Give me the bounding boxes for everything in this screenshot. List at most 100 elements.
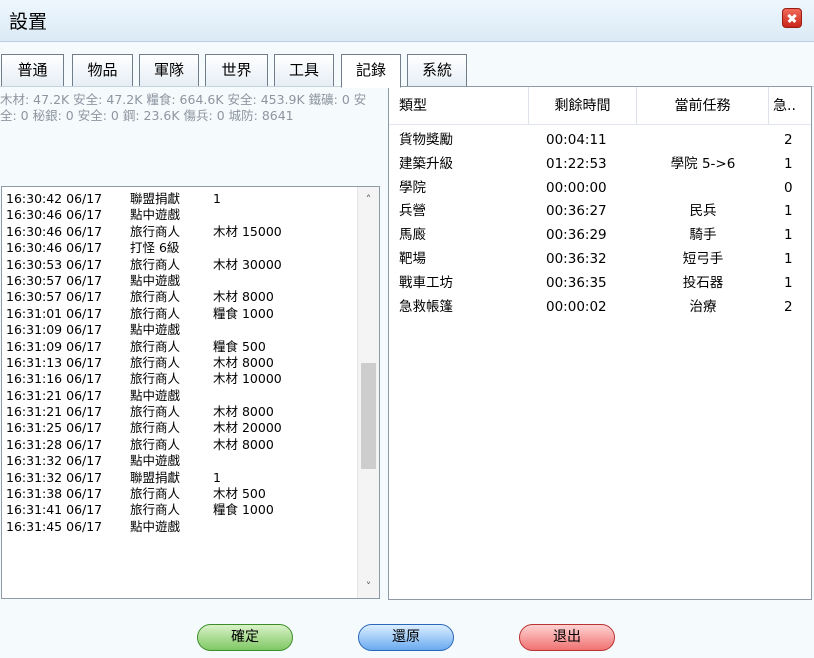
tab-items[interactable]: 物品	[72, 54, 133, 86]
log-entry-type: 旅行商人	[130, 338, 181, 354]
log-entry: 16:30:57 06/17 點中遊戲	[6, 273, 356, 289]
log-entry-type: 旅行商人	[130, 404, 181, 420]
log-entry-time: 16:31:16 06/17	[6, 371, 103, 387]
task-count: 1	[784, 227, 793, 244]
log-entry: 16:31:09 06/17 旅行商人 糧食 500	[6, 339, 356, 355]
log-entry-detail: 1	[213, 191, 221, 206]
log-entry: 16:31:45 06/17 點中遊戲	[6, 519, 356, 535]
task-table-header: 類型 剩餘時間 當前任務 急..	[389, 87, 811, 125]
task-remaining-time: 00:00:00	[546, 179, 607, 196]
chevron-up-icon[interactable]: ˄	[358, 191, 379, 209]
log-entry-detail: 糧食 1000	[213, 305, 274, 321]
task-row[interactable]: 馬廄 00:36:29 騎手 1	[389, 224, 811, 248]
column-header-current-task[interactable]: 當前任務	[637, 87, 769, 125]
log-entry-time: 16:31:41 06/17	[6, 502, 103, 518]
log-entry: 16:31:13 06/17 旅行商人 木材 8000	[6, 355, 356, 371]
log-entry-detail: 木材 10000	[213, 371, 282, 387]
window-title: 設置	[9, 11, 48, 33]
log-entry-type: 旅行商人	[130, 289, 181, 305]
task-remaining-time: 00:04:11	[546, 132, 607, 148]
column-header-type[interactable]: 類型	[389, 87, 529, 125]
log-entry: 16:31:16 06/17 旅行商人 木材 10000	[6, 371, 356, 387]
close-icon[interactable]	[782, 8, 802, 28]
column-header-count[interactable]: 急..	[769, 87, 799, 125]
exit-button[interactable]: 退出	[519, 624, 615, 651]
log-entry: 16:31:28 06/17 旅行商人 木材 8000	[6, 437, 356, 453]
log-entry-type: 點中遊戲	[130, 453, 181, 469]
task-row[interactable]: 兵營 00:36:27 民兵 1	[389, 200, 811, 224]
task-type: 靶場	[399, 250, 426, 267]
log-scrollbar[interactable]: ˄ ˅	[357, 187, 379, 598]
log-entry-type: 打怪 6級	[130, 240, 180, 256]
tab-records[interactable]: 記錄	[341, 54, 401, 88]
chevron-down-icon[interactable]: ˅	[358, 578, 379, 596]
event-log[interactable]: 16:30:42 06/17 聯盟捐獻 1 16:30:46 06/17 點中遊戲 16:…	[1, 186, 380, 599]
log-entry-type: 旅行商人	[130, 371, 181, 387]
task-row[interactable]: 貨物獎勵 00:04:11 2	[389, 129, 811, 153]
scroll-thumb[interactable]	[361, 363, 376, 469]
log-entry-time: 16:31:25 06/17	[6, 420, 103, 436]
tab-bar: 普通 物品 軍隊 世界 工具 記錄 系統	[0, 54, 814, 88]
log-entry: 16:31:38 06/17 旅行商人 木材 500	[6, 486, 356, 502]
log-entry-detail: 木材 500	[213, 486, 266, 502]
log-entry-time: 16:31:09 06/17	[6, 338, 103, 354]
log-entry-type: 聯盟捐獻	[130, 469, 181, 485]
log-entry-detail: 木材 8000	[213, 404, 274, 420]
task-table: 類型 剩餘時間 當前任務 急.. 貨物獎勵 00:04:11 2 建築升級 01:22:…	[388, 86, 812, 600]
log-entry-detail: 木材 30000	[213, 256, 282, 272]
log-entry: 16:31:32 06/17 聯盟捐獻 1	[6, 470, 356, 486]
log-entry-time: 16:31:13 06/17	[6, 354, 103, 370]
task-count: 1	[784, 274, 793, 291]
log-entry: 16:31:21 06/17 旅行商人 木材 8000	[6, 404, 356, 420]
tab-army[interactable]: 軍隊	[139, 54, 199, 86]
task-remaining-time: 00:36:27	[546, 203, 607, 220]
task-type: 貨物獎勵	[399, 132, 453, 148]
log-entry-time: 16:31:21 06/17	[6, 404, 103, 420]
confirm-button[interactable]: 確定	[197, 624, 293, 651]
tab-tools[interactable]: 工具	[274, 54, 334, 86]
log-entry: 16:30:46 06/17 打怪 6級	[6, 240, 356, 256]
task-rows: 貨物獎勵 00:04:11 2 建築升級 01:22:53 學院 5->6 1 學院 00:00…	[389, 129, 811, 320]
log-entry-time: 16:31:09 06/17	[6, 322, 103, 338]
log-entry: 16:30:46 06/17 旅行商人 木材 15000	[6, 224, 356, 240]
task-current: 短弓手	[682, 250, 724, 267]
log-entry-time: 16:30:42 06/17	[6, 191, 103, 206]
task-current: 治療	[689, 298, 717, 315]
task-remaining-time: 00:36:32	[546, 250, 607, 267]
log-entry-time: 16:30:53 06/17	[6, 256, 103, 272]
log-entry-time: 16:31:32 06/17	[6, 453, 103, 469]
task-row[interactable]: 建築升級 01:22:53 學院 5->6 1	[389, 153, 811, 177]
task-count: 2	[784, 132, 793, 148]
task-count: 2	[784, 298, 793, 315]
column-header-remaining-time[interactable]: 剩餘時間	[529, 87, 637, 125]
log-entry-type: 點中遊戲	[130, 322, 181, 338]
log-entry-type: 旅行商人	[130, 436, 181, 452]
task-row[interactable]: 戰車工坊 00:36:35 投石器 1	[389, 272, 811, 296]
task-remaining-time: 00:36:35	[546, 274, 607, 291]
log-entry-time: 16:30:46 06/17	[6, 223, 103, 239]
log-entry-detail: 木材 8000	[213, 436, 274, 452]
task-row[interactable]: 急救帳篷 00:00:02 治療 2	[389, 296, 811, 320]
task-row[interactable]: 學院 00:00:00 0	[389, 177, 811, 201]
tab-system[interactable]: 系統	[407, 54, 467, 86]
log-entry-type: 點中遊戲	[130, 272, 181, 288]
log-entry-time: 16:31:38 06/17	[6, 486, 103, 502]
tab-world[interactable]: 世界	[205, 54, 268, 86]
log-entry-time: 16:31:01 06/17	[6, 305, 103, 321]
log-entry-type: 點中遊戲	[130, 518, 181, 534]
task-current: 騎手	[689, 227, 717, 244]
task-current: 學院 5->6	[670, 155, 736, 172]
task-count: 0	[784, 179, 793, 196]
log-entry-detail: 木材 15000	[213, 223, 282, 239]
log-entry-type: 旅行商人	[130, 486, 181, 502]
tab-general[interactable]: 普通	[1, 54, 64, 86]
task-type: 戰車工坊	[399, 274, 453, 291]
log-entry: 16:31:09 06/17 點中遊戲	[6, 322, 356, 338]
log-entry-type: 旅行商人	[130, 223, 181, 239]
task-type: 馬廄	[399, 227, 426, 244]
log-entry-detail: 木材 8000	[213, 289, 274, 305]
task-row[interactable]: 靶場 00:36:32 短弓手 1	[389, 248, 811, 272]
log-entry: 16:31:25 06/17 旅行商人 木材 20000	[6, 420, 356, 436]
log-entry-detail: 糧食 1000	[213, 502, 274, 518]
reset-button[interactable]: 還原	[358, 624, 454, 651]
